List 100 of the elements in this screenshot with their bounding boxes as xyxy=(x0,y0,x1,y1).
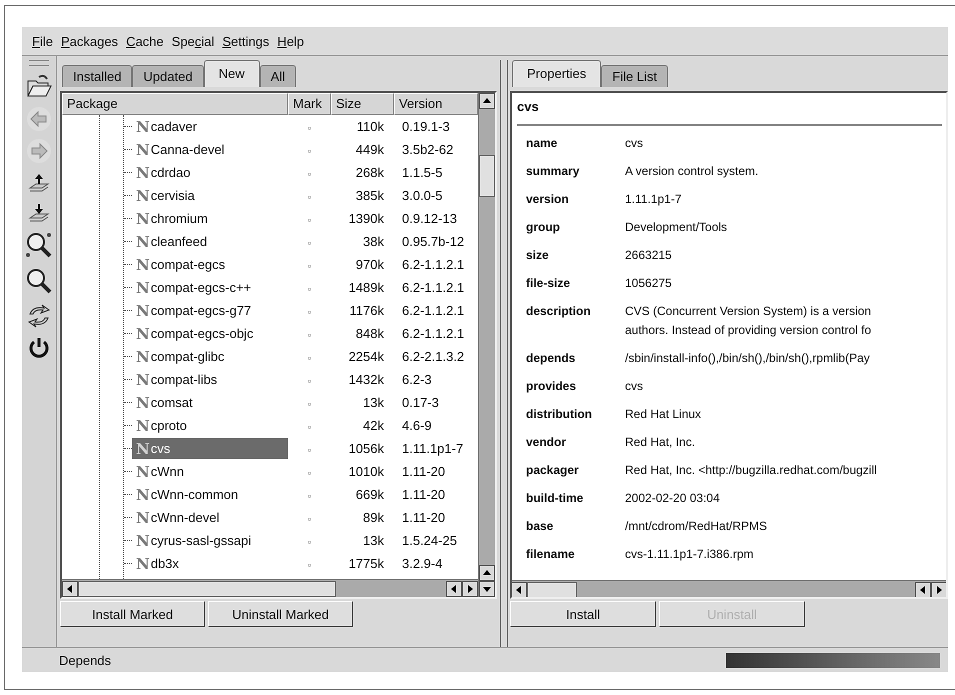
scroll-left-icon[interactable] xyxy=(446,580,462,596)
table-row[interactable]: Ncompat-egcs ▫ 970k 6.2-1.1.2.1 xyxy=(62,253,478,276)
package-name: compat-libs xyxy=(150,372,218,387)
menu-item[interactable]: Packages xyxy=(56,34,122,48)
action-button[interactable]: Install xyxy=(510,601,656,627)
column-header[interactable]: Size xyxy=(331,93,394,115)
mark-checkbox[interactable]: ▫ xyxy=(308,353,312,363)
scroll-up-icon[interactable] xyxy=(479,565,495,581)
table-row[interactable]: Ncompat-egcs-objc ▫ 848k 6.2-1.1.2.1 xyxy=(62,322,478,345)
scroll-down-icon[interactable] xyxy=(479,581,495,597)
package-icon: N xyxy=(136,256,150,274)
action-button[interactable]: Uninstall Marked xyxy=(208,601,353,627)
tab[interactable]: Updated xyxy=(132,65,204,87)
package-icon: N xyxy=(136,554,150,572)
table-row[interactable]: Ncproto ▫ 42k 4.6-9 xyxy=(62,414,478,437)
package-name: cvs xyxy=(150,441,170,456)
mark-checkbox[interactable]: ▫ xyxy=(308,514,312,524)
scroll-left-icon[interactable] xyxy=(512,582,527,597)
table-row[interactable]: Ncervisia ▫ 385k 3.0.0-5 xyxy=(62,184,478,207)
table-cell-text: 1489k xyxy=(348,280,385,295)
table-row[interactable]: Ncyrus-sasl-gssapi ▫ 13k 1.5.24-25 xyxy=(62,529,478,552)
table-row[interactable]: Ncadaver ▫ 110k 0.19.1-3 xyxy=(62,115,478,138)
magnifier-icon[interactable] xyxy=(24,230,54,260)
property-label: packager xyxy=(526,462,580,479)
menu-item[interactable]: Cache xyxy=(122,34,168,48)
package-icon: N xyxy=(136,232,150,250)
mark-checkbox[interactable]: ▫ xyxy=(308,192,312,202)
scroll-right-icon[interactable] xyxy=(931,582,946,597)
table-row[interactable]: Ncomsat ▫ 13k 0.17-3 xyxy=(62,391,478,414)
mark-checkbox[interactable]: ▫ xyxy=(308,399,312,409)
mark-checkbox[interactable]: ▫ xyxy=(308,238,312,248)
table-row[interactable]: NCanna-devel ▫ 449k 3.5b2-62 xyxy=(62,138,478,161)
menu-item[interactable]: Special xyxy=(168,34,218,48)
table-row[interactable]: Nchromium ▫ 1390k 0.9.12-13 xyxy=(62,207,478,230)
table-cell-text: 1390k xyxy=(348,211,385,226)
pane-divider[interactable] xyxy=(500,60,508,647)
tab[interactable]: New xyxy=(204,60,260,87)
property-value: 1056275 xyxy=(625,275,673,292)
property-value: Development/Tools xyxy=(625,219,728,236)
table-row[interactable]: Ncvs ▫ 1056k 1.11.1p1-7 xyxy=(62,437,478,460)
table-row[interactable]: Ncdrdao ▫ 268k 1.1.5-5 xyxy=(62,161,478,184)
property-value: cvs xyxy=(625,135,644,152)
table-cell-text: 1.1.5-5 xyxy=(401,165,444,180)
horizontal-scrollbar[interactable] xyxy=(62,579,478,597)
tab[interactable]: File List xyxy=(601,65,668,87)
column-header[interactable]: Version xyxy=(394,93,478,115)
search-icon[interactable] xyxy=(24,266,54,296)
table-cell-text: 3.2.9-4 xyxy=(401,556,444,571)
mark-checkbox[interactable]: ▫ xyxy=(308,537,312,547)
mark-checkbox[interactable]: ▫ xyxy=(308,284,312,294)
table-row[interactable]: Ncompat-libs ▫ 1432k 6.2-3 xyxy=(62,368,478,391)
menu-item[interactable]: Help xyxy=(273,34,308,48)
horizontal-scrollbar[interactable] xyxy=(512,580,946,597)
power-icon[interactable] xyxy=(27,336,51,360)
mark-checkbox[interactable]: ▫ xyxy=(308,307,312,317)
mark-checkbox[interactable]: ▫ xyxy=(308,422,312,432)
table-cell-text: 0.17-3 xyxy=(401,395,440,410)
scrollbar-thumb[interactable] xyxy=(527,582,577,597)
property-label: depends xyxy=(526,350,576,367)
mark-checkbox[interactable]: ▫ xyxy=(308,123,312,133)
table-row[interactable]: Ncompat-glibc ▫ 2254k 6.2-2.1.3.2 xyxy=(62,345,478,368)
menu-item[interactable]: File xyxy=(28,34,57,48)
table-cell-text: 1176k xyxy=(348,303,385,318)
table-cell-text: 0.9.12-13 xyxy=(401,211,458,226)
table-cell-text: 3.0.0-5 xyxy=(401,188,444,203)
mark-checkbox[interactable]: ▫ xyxy=(308,491,312,501)
mark-checkbox[interactable]: ▫ xyxy=(308,468,312,478)
mark-checkbox[interactable]: ▫ xyxy=(308,146,312,156)
tab[interactable]: Properties xyxy=(512,60,602,87)
mark-checkbox[interactable]: ▫ xyxy=(308,330,312,340)
scroll-up-icon[interactable] xyxy=(479,93,495,109)
mark-checkbox[interactable]: ▫ xyxy=(308,376,312,386)
scrollbar-thumb[interactable] xyxy=(479,155,495,197)
tab[interactable]: All xyxy=(260,65,296,87)
table-row[interactable]: NcWnn-common ▫ 669k 1.11-20 xyxy=(62,483,478,506)
scroll-right-icon[interactable] xyxy=(462,580,478,596)
mark-checkbox[interactable]: ▫ xyxy=(308,215,312,225)
column-header[interactable]: Package xyxy=(62,93,288,115)
table-row[interactable]: Ncompat-egcs-g77 ▫ 1176k 6.2-1.1.2.1 xyxy=(62,299,478,322)
scroll-left-icon[interactable] xyxy=(62,580,78,596)
column-header[interactable]: Mark xyxy=(288,93,331,115)
property-label: description xyxy=(526,303,592,320)
table-row[interactable]: Ncompat-egcs-c++ ▫ 1489k 6.2-1.1.2.1 xyxy=(62,276,478,299)
table-cell-text: 6.2-3 xyxy=(401,372,433,387)
table-row[interactable]: NcWnn-devel ▫ 89k 1.11-20 xyxy=(62,506,478,529)
action-button[interactable]: Install Marked xyxy=(60,601,205,627)
menu-item[interactable]: Settings xyxy=(218,34,274,48)
mark-checkbox[interactable]: ▫ xyxy=(308,560,312,570)
mark-checkbox[interactable]: ▫ xyxy=(308,169,312,179)
scrollbar-thumb[interactable] xyxy=(78,580,336,596)
table-row[interactable]: NcWnn ▫ 1010k 1.11-20 xyxy=(62,460,478,483)
table-row[interactable]: Ndb3x ▫ 1775k 3.2.9-4 xyxy=(62,552,478,575)
mark-checkbox[interactable]: ▫ xyxy=(308,261,312,271)
tab[interactable]: Installed xyxy=(62,65,132,87)
package-icon: N xyxy=(136,370,150,388)
scroll-left-icon[interactable] xyxy=(915,582,931,597)
table-row[interactable]: Ncleanfeed ▫ 38k 0.95.7b-12 xyxy=(62,230,478,253)
table-cell-text: 1.11-20 xyxy=(401,510,446,525)
mark-checkbox[interactable]: ▫ xyxy=(308,445,312,455)
vertical-scrollbar[interactable] xyxy=(478,93,495,597)
